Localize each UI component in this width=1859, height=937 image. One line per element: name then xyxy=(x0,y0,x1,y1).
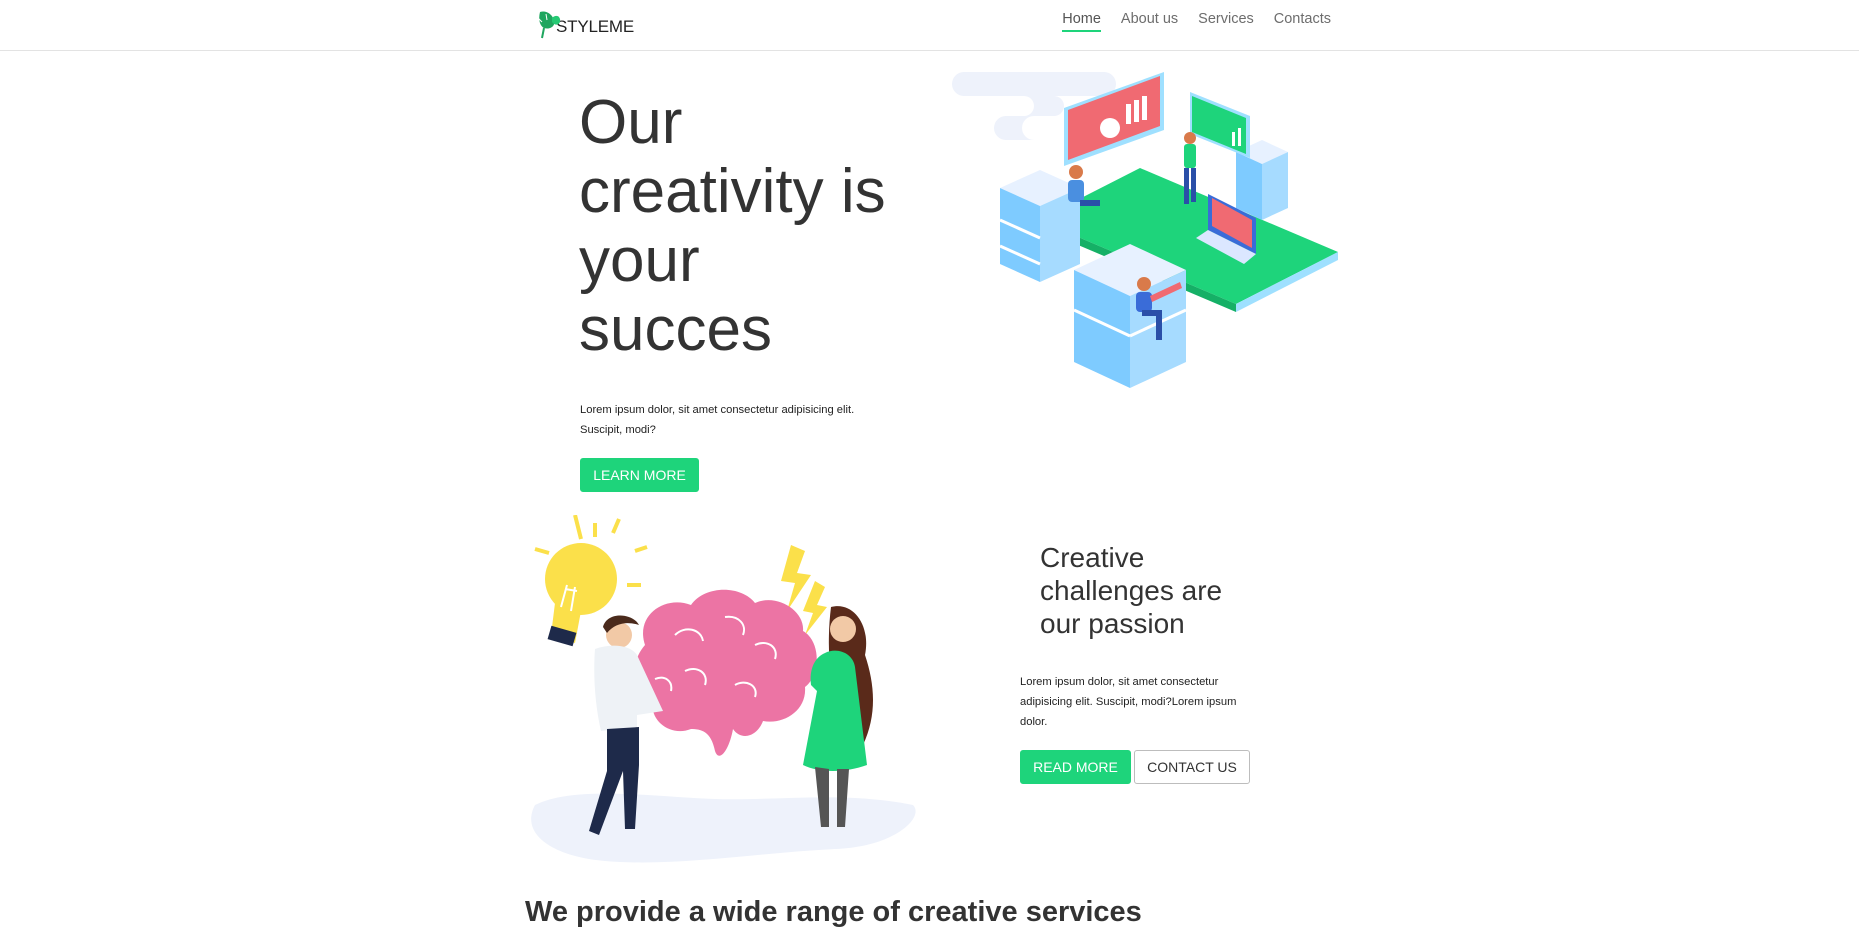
nav-about-us[interactable]: About us xyxy=(1121,11,1178,32)
logo[interactable]: STYLEME xyxy=(536,8,634,40)
contact-us-button[interactable]: CONTACT US xyxy=(1134,750,1250,784)
brain-idea-illustration xyxy=(515,514,920,880)
nav-contacts[interactable]: Contacts xyxy=(1274,11,1331,32)
leaf-logo-icon xyxy=(536,8,562,40)
nav-services[interactable]: Services xyxy=(1198,11,1254,32)
hero-title: Our creativity is your succes xyxy=(579,88,886,364)
hero-text: Lorem ipsum dolor, sit amet consectetur … xyxy=(580,404,855,436)
creative-section-text: Lorem ipsum dolor, sit amet consectetur … xyxy=(1020,676,1237,728)
main-nav: Home About us Services Contacts xyxy=(1042,11,1331,32)
top-navbar: STYLEME Home About us Services Contacts xyxy=(0,0,1859,51)
logo-text: STYLEME xyxy=(556,17,634,36)
services-section-title: We provide a wide range of creative serv… xyxy=(525,896,1142,928)
creative-section-title: Creative challenges are our passion xyxy=(1040,542,1223,639)
nav-home[interactable]: Home xyxy=(1062,11,1101,32)
read-more-button[interactable]: READ MORE xyxy=(1020,750,1131,784)
isometric-team-illustration xyxy=(944,70,1344,400)
learn-more-button[interactable]: LEARN MORE xyxy=(580,458,699,492)
